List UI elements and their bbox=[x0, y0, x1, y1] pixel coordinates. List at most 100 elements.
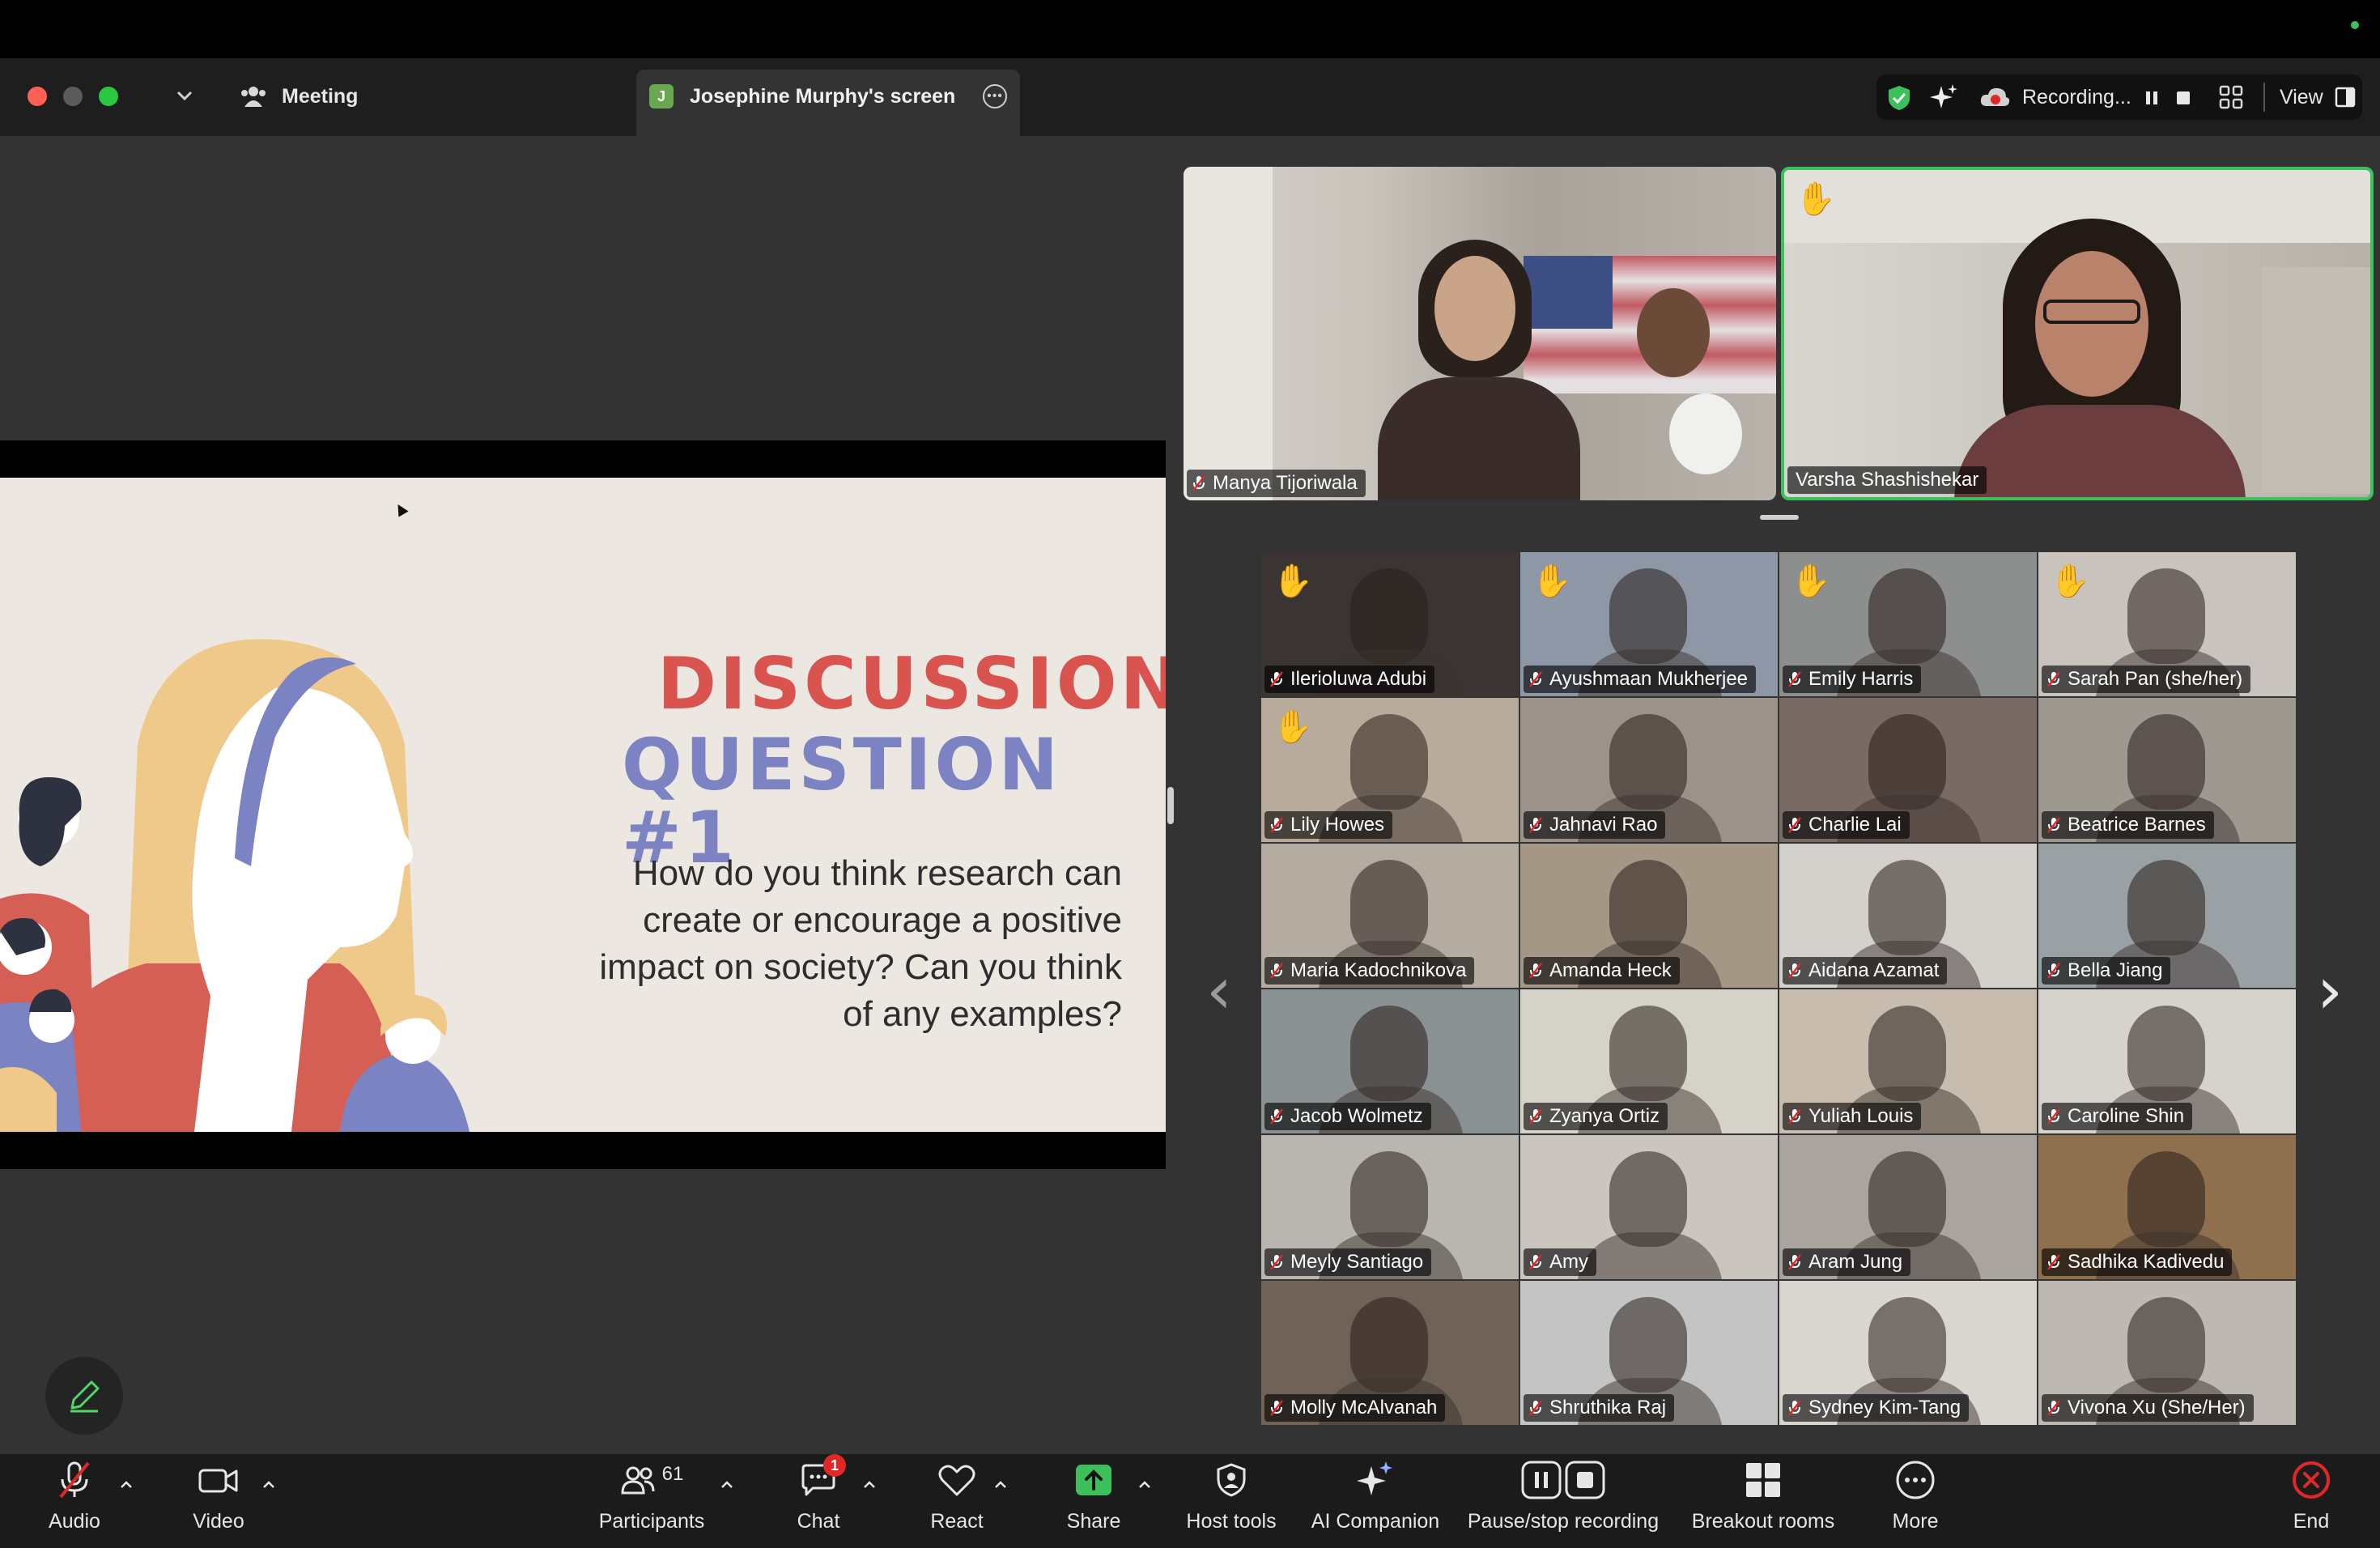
annotate-button[interactable] bbox=[45, 1357, 123, 1435]
window-minimize-button[interactable] bbox=[63, 87, 83, 106]
chevron-up-icon[interactable] bbox=[118, 1477, 134, 1493]
chat-button[interactable]: 1 Chat bbox=[785, 1454, 852, 1545]
view-label: View bbox=[2280, 85, 2323, 108]
mic-muted-icon bbox=[1788, 1400, 1801, 1416]
participants-icon bbox=[621, 1466, 655, 1494]
participant-nameplate: Aidana Azamat bbox=[1783, 957, 1948, 985]
window-maximize-button[interactable] bbox=[99, 87, 118, 106]
more-button[interactable]: More bbox=[1878, 1457, 1953, 1545]
ellipsis-icon[interactable]: ••• bbox=[983, 84, 1007, 108]
more-label: More bbox=[1892, 1510, 1939, 1533]
window-close-button[interactable] bbox=[28, 87, 47, 106]
raised-hand-icon: ✋ bbox=[2050, 563, 2090, 599]
raised-hand-icon: ✋ bbox=[1273, 563, 1313, 599]
chevron-up-icon[interactable] bbox=[861, 1477, 878, 1493]
gallery-prev-button[interactable]: ‹ bbox=[1206, 959, 1232, 1023]
mic-muted-icon bbox=[1192, 475, 1205, 491]
gallery-drag-handle[interactable] bbox=[1760, 515, 1799, 520]
audio-button[interactable]: Audio bbox=[32, 1457, 117, 1545]
chevron-down-icon[interactable] bbox=[173, 84, 196, 107]
presentation-slide: DISCUSSION QUESTION #1 How do you think … bbox=[0, 478, 1166, 1132]
participant-name: Aidana Azamat bbox=[1808, 959, 1940, 981]
stop-icon[interactable] bbox=[2174, 89, 2192, 107]
video-tile-participant[interactable]: Meyly Santiago bbox=[1261, 1135, 1519, 1279]
video-tile-participant[interactable]: Aidana Azamat bbox=[1779, 844, 2037, 988]
grid-icon[interactable] bbox=[2218, 84, 2244, 110]
ai-companion-label: AI Companion bbox=[1311, 1510, 1440, 1533]
panel-resize-handle[interactable] bbox=[1167, 787, 1174, 824]
video-tile-participant[interactable]: ✋ Ilerioluwa Adubi bbox=[1261, 552, 1519, 696]
ai-companion-button[interactable]: AI Companion bbox=[1307, 1457, 1444, 1545]
host-tools-button[interactable]: Host tools bbox=[1180, 1457, 1282, 1545]
share-button[interactable]: Share bbox=[1059, 1457, 1128, 1545]
view-button[interactable]: View bbox=[2280, 74, 2356, 120]
system-menubar bbox=[0, 0, 2380, 58]
video-tile-participant[interactable]: ✋ Ayushmaan Mukherjee bbox=[1520, 552, 1778, 696]
video-tile-participant[interactable]: Maria Kadochnikova bbox=[1261, 844, 1519, 988]
mic-muted-icon bbox=[1270, 671, 1283, 687]
video-tile-participant[interactable]: Sadhika Kadivedu bbox=[2038, 1135, 2296, 1279]
pause-stop-label: Pause/stop recording bbox=[1467, 1510, 1660, 1533]
participant-nameplate: Vivona Xu (She/Her) bbox=[2042, 1394, 2254, 1422]
video-tile-participant[interactable]: Charlie Lai bbox=[1779, 698, 2037, 842]
video-tile-participant[interactable]: Shruthika Raj bbox=[1520, 1281, 1778, 1425]
participant-name: Molly McAlvanah bbox=[1290, 1397, 1438, 1418]
video-tile-participant[interactable]: Jahnavi Rao bbox=[1520, 698, 1778, 842]
video-tile-participant[interactable]: Jacob Wolmetz bbox=[1261, 989, 1519, 1133]
react-button[interactable]: React bbox=[923, 1457, 991, 1545]
gallery-next-button[interactable]: › bbox=[2317, 959, 2343, 1023]
participant-nameplate: Amanda Heck bbox=[1524, 957, 1680, 985]
pause-icon[interactable] bbox=[2144, 89, 2160, 107]
video-tile-participant[interactable]: Amanda Heck bbox=[1520, 844, 1778, 988]
chevron-up-icon[interactable] bbox=[261, 1477, 277, 1493]
share-arrow-icon bbox=[1076, 1464, 1111, 1495]
participant-name: Emily Harris bbox=[1808, 668, 1914, 690]
end-meeting-button[interactable]: End bbox=[2278, 1457, 2344, 1545]
participants-button[interactable]: 61 Participants bbox=[593, 1457, 711, 1545]
breakout-rooms-button[interactable]: Breakout rooms bbox=[1687, 1457, 1839, 1545]
video-tile-participant[interactable]: Aram Jung bbox=[1779, 1135, 2037, 1279]
participant-name: Amy bbox=[1549, 1251, 1588, 1273]
mic-muted-icon bbox=[1270, 963, 1283, 979]
video-tile-participant[interactable]: ✋ Sarah Pan (she/her) bbox=[2038, 552, 2296, 696]
chevron-up-icon[interactable] bbox=[719, 1477, 735, 1493]
participant-name: Yuliah Louis bbox=[1808, 1105, 1914, 1127]
video-tile-speaker[interactable]: Manya Tijoriwala bbox=[1184, 167, 1776, 500]
pause-stop-recording-button[interactable]: Pause/stop recording bbox=[1464, 1457, 1663, 1545]
participants-count: 61 bbox=[661, 1462, 684, 1485]
participant-nameplate: Charlie Lai bbox=[1783, 811, 1910, 839]
participant-nameplate: Yuliah Louis bbox=[1783, 1103, 1922, 1130]
recording-indicator[interactable]: Recording... bbox=[1978, 74, 2131, 120]
video-tile-participant[interactable]: Zyanya Ortiz bbox=[1520, 989, 1778, 1133]
video-tile-participant[interactable]: Sydney Kim-Tang bbox=[1779, 1281, 2037, 1425]
participant-nameplate: Shruthika Raj bbox=[1524, 1394, 1675, 1422]
tab-meeting[interactable]: Meeting bbox=[240, 78, 358, 115]
participant-name: Sadhika Kadivedu bbox=[2068, 1251, 2225, 1273]
participant-name: Shruthika Raj bbox=[1549, 1397, 1667, 1418]
chevron-up-icon[interactable] bbox=[1137, 1477, 1153, 1493]
view-panel-icon bbox=[2335, 87, 2355, 108]
recording-status-text: Recording... bbox=[2022, 85, 2131, 108]
video-tile-participant[interactable]: Vivona Xu (She/Her) bbox=[2038, 1281, 2296, 1425]
video-tile-participant[interactable]: Molly McAlvanah bbox=[1261, 1281, 1519, 1425]
mic-muted-icon bbox=[1788, 1254, 1801, 1270]
video-tile-participant[interactable]: Yuliah Louis bbox=[1779, 989, 2037, 1133]
video-tile-participant[interactable]: Amy bbox=[1520, 1135, 1778, 1279]
video-tile-participant[interactable]: Caroline Shin bbox=[2038, 989, 2296, 1133]
mic-muted-icon bbox=[1270, 1108, 1283, 1125]
cloud-record-icon bbox=[1980, 87, 2010, 106]
video-tile-active-speaker[interactable]: ✋ Varsha Shashishekar bbox=[1781, 167, 2374, 500]
video-tile-participant[interactable]: ✋ Lily Howes bbox=[1261, 698, 1519, 842]
video-button[interactable]: Video bbox=[180, 1457, 257, 1545]
video-tile-participant[interactable]: ✋ Emily Harris bbox=[1779, 552, 2037, 696]
speaker-name: Manya Tijoriwala bbox=[1213, 472, 1358, 494]
raised-hand-icon: ✋ bbox=[1791, 563, 1831, 599]
speaker-name: Varsha Shashishekar bbox=[1796, 469, 1979, 491]
video-tile-participant[interactable]: Bella Jiang bbox=[2038, 844, 2296, 988]
sparkle-icon[interactable] bbox=[1930, 83, 1959, 112]
participant-nameplate: Emily Harris bbox=[1783, 666, 1922, 693]
chevron-up-icon[interactable] bbox=[992, 1477, 1009, 1493]
react-label: React bbox=[930, 1510, 984, 1533]
shield-check-icon[interactable] bbox=[1886, 84, 1912, 112]
video-tile-participant[interactable]: Beatrice Barnes bbox=[2038, 698, 2296, 842]
